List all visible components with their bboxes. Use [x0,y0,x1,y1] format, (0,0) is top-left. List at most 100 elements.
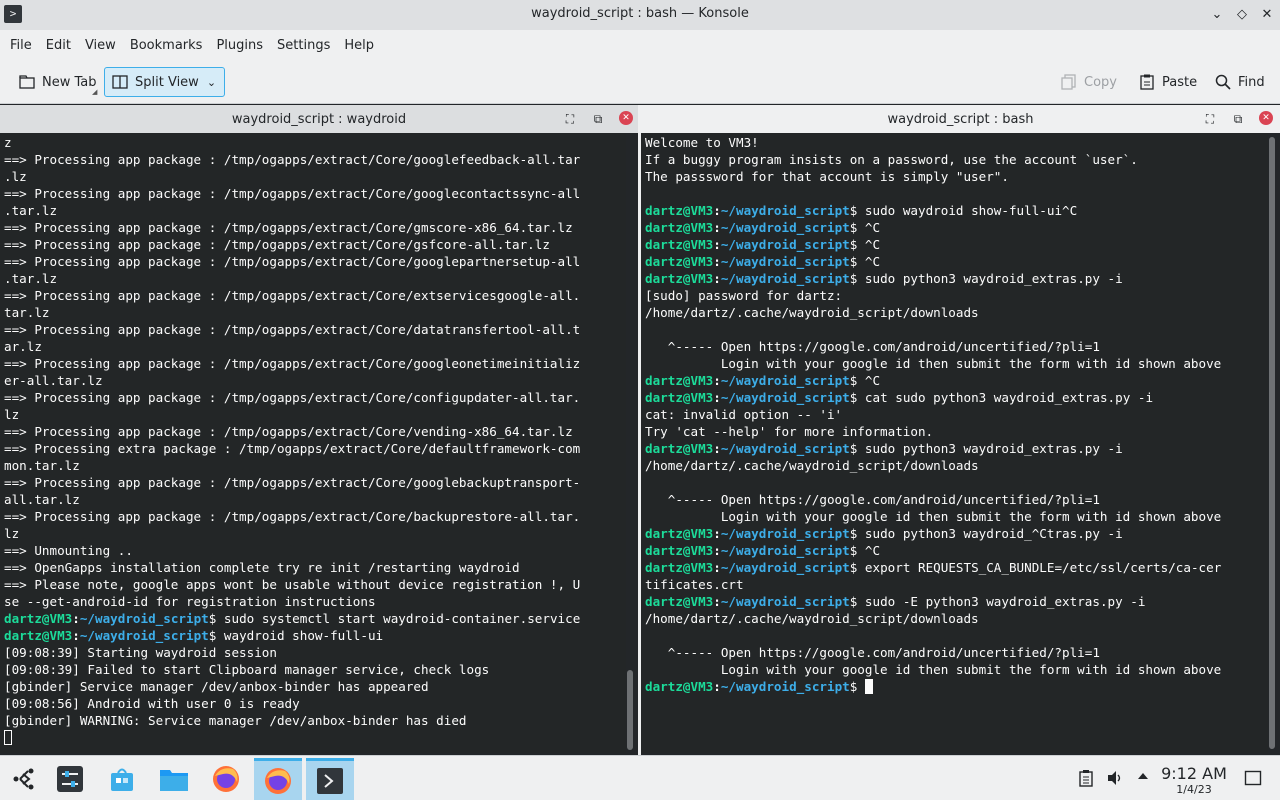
detach-pane-icon[interactable]: ⧉ [590,111,606,127]
copy-button[interactable]: Copy [1054,67,1123,97]
terminal-line: z [4,134,626,151]
terminal-line: dartz@VM3:~/waydroid_script$ ^C [645,236,1268,253]
volume-icon[interactable] [1106,769,1124,787]
maximize-pane-icon[interactable]: ⛶ [1202,111,1218,127]
terminal-text: se --get-android-id for registration ins… [4,594,376,609]
terminal-line: dartz@VM3:~/waydroid_script$ sudo python… [645,270,1268,287]
detach-pane-icon[interactable]: ⧉ [1230,111,1246,127]
terminal-line: cat: invalid option -- 'i' [645,406,1268,423]
terminal-text: ==> Please note, google apps wont be usa… [4,577,581,592]
left-scrollbar-thumb[interactable] [627,670,633,750]
terminal-line: dartz@VM3:~/waydroid_script$ sudo python… [645,440,1268,457]
new-tab-dropdown-icon[interactable]: ◢ [92,88,97,96]
prompt-user: dartz@VM3 [645,271,714,286]
terminal-line: ^----- Open https://google.com/android/u… [645,644,1268,661]
terminal-text: .tar.lz [4,271,58,286]
terminal-line: ==> Processing app package : /tmp/ogapps… [4,185,626,202]
prompt-path: ~/waydroid_script [720,560,850,575]
terminal-line: Welcome to VM3! [645,134,1268,151]
terminal-text: $ ^C [849,237,881,252]
menu-bookmarks[interactable]: Bookmarks [123,38,210,53]
close-window-icon[interactable]: ✕ [1258,6,1276,24]
terminal-line: Try 'cat --help' for more information. [645,423,1268,440]
terminal-text: $ export REQUESTS_CA_BUNDLE=/etc/ssl/cer… [849,560,1222,575]
task-file-manager[interactable] [150,758,198,800]
terminal-text: $ ^C [849,543,881,558]
terminal-text: $ waydroid show-full-ui [208,628,384,643]
terminal-line: er-all.tar.lz [4,372,626,389]
menu-bar: File Edit View Bookmarks Plugins Setting… [0,30,1280,60]
right-terminal[interactable]: Welcome to VM3! If a buggy program insist… [641,133,1268,753]
terminal-text: Login with your google id then submit th… [645,356,1222,371]
terminal-text: cat: invalid option -- 'i' [645,407,843,422]
terminal-text: : [713,560,721,575]
menu-settings[interactable]: Settings [270,38,337,53]
find-button[interactable]: Find [1208,67,1271,97]
terminal-text: : [713,254,721,269]
maximize-icon[interactable]: ◇ [1233,6,1251,24]
terminal-text: : [713,271,721,286]
terminal-line: dartz@VM3:~/waydroid_script$ ^C [645,219,1268,236]
terminal-text: ==> OpenGapps installation complete try … [4,560,520,575]
terminal-text: ==> Processing app package : /tmp/ogapps… [4,254,581,269]
paste-button[interactable]: Paste [1132,67,1203,97]
chevron-down-icon: ⌄ [206,75,217,89]
task-firefox-active[interactable] [254,758,302,800]
left-scrollbar[interactable] [624,133,636,753]
terminal-line: mon.tar.lz [4,457,626,474]
right-scrollbar-thumb[interactable] [1269,137,1275,749]
terminal-text: ==> Processing app package : /tmp/ogapps… [4,424,573,439]
terminal-line: ==> Processing app package : /tmp/ogapps… [4,423,626,440]
task-system-settings[interactable] [46,758,94,800]
right-pane-header: waydroid_script : bash ⛶ ⧉ ✕ [641,105,1280,133]
taskbar: 9:12 AM 1/4/23 [0,755,1280,800]
terminal-text: ==> Processing app package : /tmp/ogapps… [4,475,581,490]
split-view-button[interactable]: Split View ⌄ [104,67,225,97]
prompt-user: dartz@VM3 [645,390,714,405]
terminal-text: $ cat sudo python3 waydroid_extras.py -i [849,390,1154,405]
tray-expand-icon[interactable] [1134,769,1152,787]
terminal-text: : [713,220,721,235]
clock-time[interactable]: 9:12 AM [1160,764,1228,783]
menu-file[interactable]: File [3,38,39,53]
prompt-user: dartz@VM3 [645,679,714,694]
menu-plugins[interactable]: Plugins [209,38,270,53]
new-tab-button[interactable]: New Tab [12,67,103,97]
terminal-cursor [4,730,12,745]
terminal-cursor [864,679,873,694]
terminal-text: ==> Processing app package : /tmp/ogapps… [4,152,581,167]
terminal-text: ==> Processing app package : /tmp/ogapps… [4,509,581,524]
close-pane-icon[interactable]: ✕ [619,111,633,125]
terminal-text: : [713,679,721,694]
minimize-icon[interactable]: ⌄ [1208,6,1226,24]
task-firefox[interactable] [202,758,250,800]
terminal-text: $ sudo python3 waydroid_extras.py -i [849,271,1123,286]
terminal-text: /home/dartz/.cache/waydroid_script/downl… [645,611,979,626]
terminal-line: dartz@VM3:~/waydroid_script$ ^C [645,542,1268,559]
terminal-text: : [713,543,721,558]
task-konsole-active[interactable] [306,758,354,800]
task-discover[interactable] [98,758,146,800]
right-scrollbar[interactable] [1266,133,1278,753]
terminal-line: ==> Processing app package : /tmp/ogapps… [4,287,626,304]
terminal-line: /home/dartz/.cache/waydroid_script/downl… [645,304,1268,321]
menu-edit[interactable]: Edit [39,38,78,53]
show-desktop-icon[interactable] [1244,769,1262,787]
maximize-pane-icon[interactable]: ⛶ [562,111,578,127]
clock-date[interactable]: 1/4/23 [1160,783,1228,796]
menu-help[interactable]: Help [337,38,381,53]
terminal-text: $ [849,679,865,694]
left-terminal[interactable]: z ==> Processing app package : /tmp/ogapp… [0,133,626,753]
terminal-line: ==> OpenGapps installation complete try … [4,559,626,576]
terminal-line: tificates.crt [645,576,1268,593]
terminal-text: $ ^C [849,254,881,269]
prompt-path: ~/waydroid_script [720,254,850,269]
clipboard-icon[interactable] [1077,769,1095,787]
close-pane-icon[interactable]: ✕ [1259,111,1273,125]
terminal-line: ==> Processing app package : /tmp/ogapps… [4,389,626,406]
application-launcher[interactable] [0,758,48,800]
menu-view[interactable]: View [78,38,123,53]
